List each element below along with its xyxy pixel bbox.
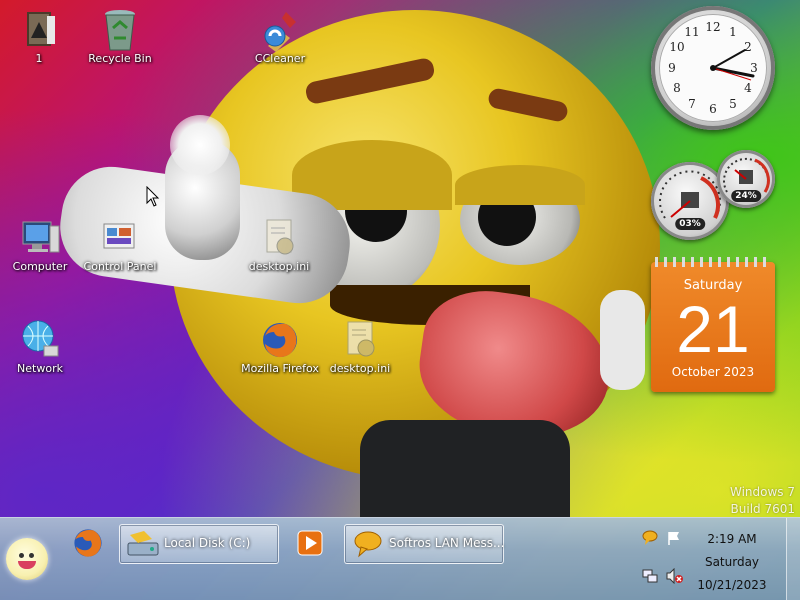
messenger-tray-icon[interactable]	[642, 530, 658, 546]
memory-gauge: 24%	[717, 150, 775, 208]
desktop-icon-computer[interactable]: Computer	[0, 216, 85, 273]
taskbar-task-local-disk[interactable]: Local Disk (C:)	[119, 524, 279, 564]
cpu-meter-gadget[interactable]: 03% 24%	[651, 150, 791, 240]
taskbar-task-softros-lan-messenger[interactable]: Softros LAN Mess...	[344, 524, 504, 564]
desktop-icon-1[interactable]: 1	[0, 8, 84, 65]
taskbar-firefox-button[interactable]	[66, 524, 110, 562]
network-tray-icon[interactable]	[642, 568, 658, 584]
clock-gadget[interactable]: 12 1 2 3 4 5 6 7 8 9 10 11	[651, 6, 775, 130]
calendar-weekday: Saturday	[683, 278, 743, 293]
chat-bubble-icon	[354, 531, 382, 558]
desktop-icon-ccleaner[interactable]: CCleaner	[235, 8, 325, 65]
control-panel-icon	[100, 216, 140, 256]
taskbar-media-player-button[interactable]	[288, 524, 332, 562]
computer-icon	[20, 216, 60, 256]
ccleaner-icon	[260, 8, 300, 52]
ini-file-icon	[259, 216, 299, 256]
firefox-icon	[260, 318, 300, 358]
calendar-rings	[655, 257, 771, 267]
calendar-month-year: October 2023	[671, 365, 755, 379]
taskbar-clock[interactable]: 2:19 AM Saturday 10/21/2023	[692, 528, 772, 597]
desktop-icon-control-panel[interactable]: Control Panel	[75, 216, 165, 273]
desktop-icon-network[interactable]: Network	[0, 318, 85, 375]
firefox-icon	[74, 529, 102, 557]
windows-version-watermark: Windows 7 Build 7601	[729, 485, 795, 516]
clock-hands	[710, 49, 755, 81]
desktop-icon-mozilla-firefox[interactable]: Mozilla Firefox	[235, 318, 325, 375]
desktop-icon-recycle-bin[interactable]: Recycle Bin	[75, 8, 165, 65]
system-tray: 2:19 AM Saturday 10/21/2023	[640, 518, 800, 600]
start-button[interactable]	[6, 538, 48, 580]
media-player-icon	[297, 530, 323, 556]
ini-file-icon	[340, 318, 380, 358]
lightbulb-art	[170, 115, 230, 175]
hard-drive-icon	[127, 531, 159, 556]
folder-icon	[19, 8, 59, 48]
mouse-cursor-icon	[146, 186, 160, 207]
volume-muted-icon[interactable]	[666, 568, 684, 584]
network-icon	[20, 318, 60, 358]
calendar-day: 21	[676, 292, 750, 366]
show-desktop-button[interactable]	[786, 518, 800, 600]
action-center-flag-icon[interactable]	[666, 530, 682, 546]
desktop-icon-desktop-ini[interactable]: desktop.ini	[234, 216, 324, 273]
recycle-bin-icon	[100, 8, 140, 51]
taskbar: Local Disk (C:) Softros LAN Mess... 2:19…	[0, 517, 800, 600]
desktop-icon-desktop-ini-2[interactable]: desktop.ini	[315, 318, 405, 375]
clock-face: 12 1 2 3 4 5 6 7 8 9 10 11	[659, 14, 767, 122]
calendar-gadget[interactable]: Saturday 21 October 2023	[651, 257, 775, 392]
